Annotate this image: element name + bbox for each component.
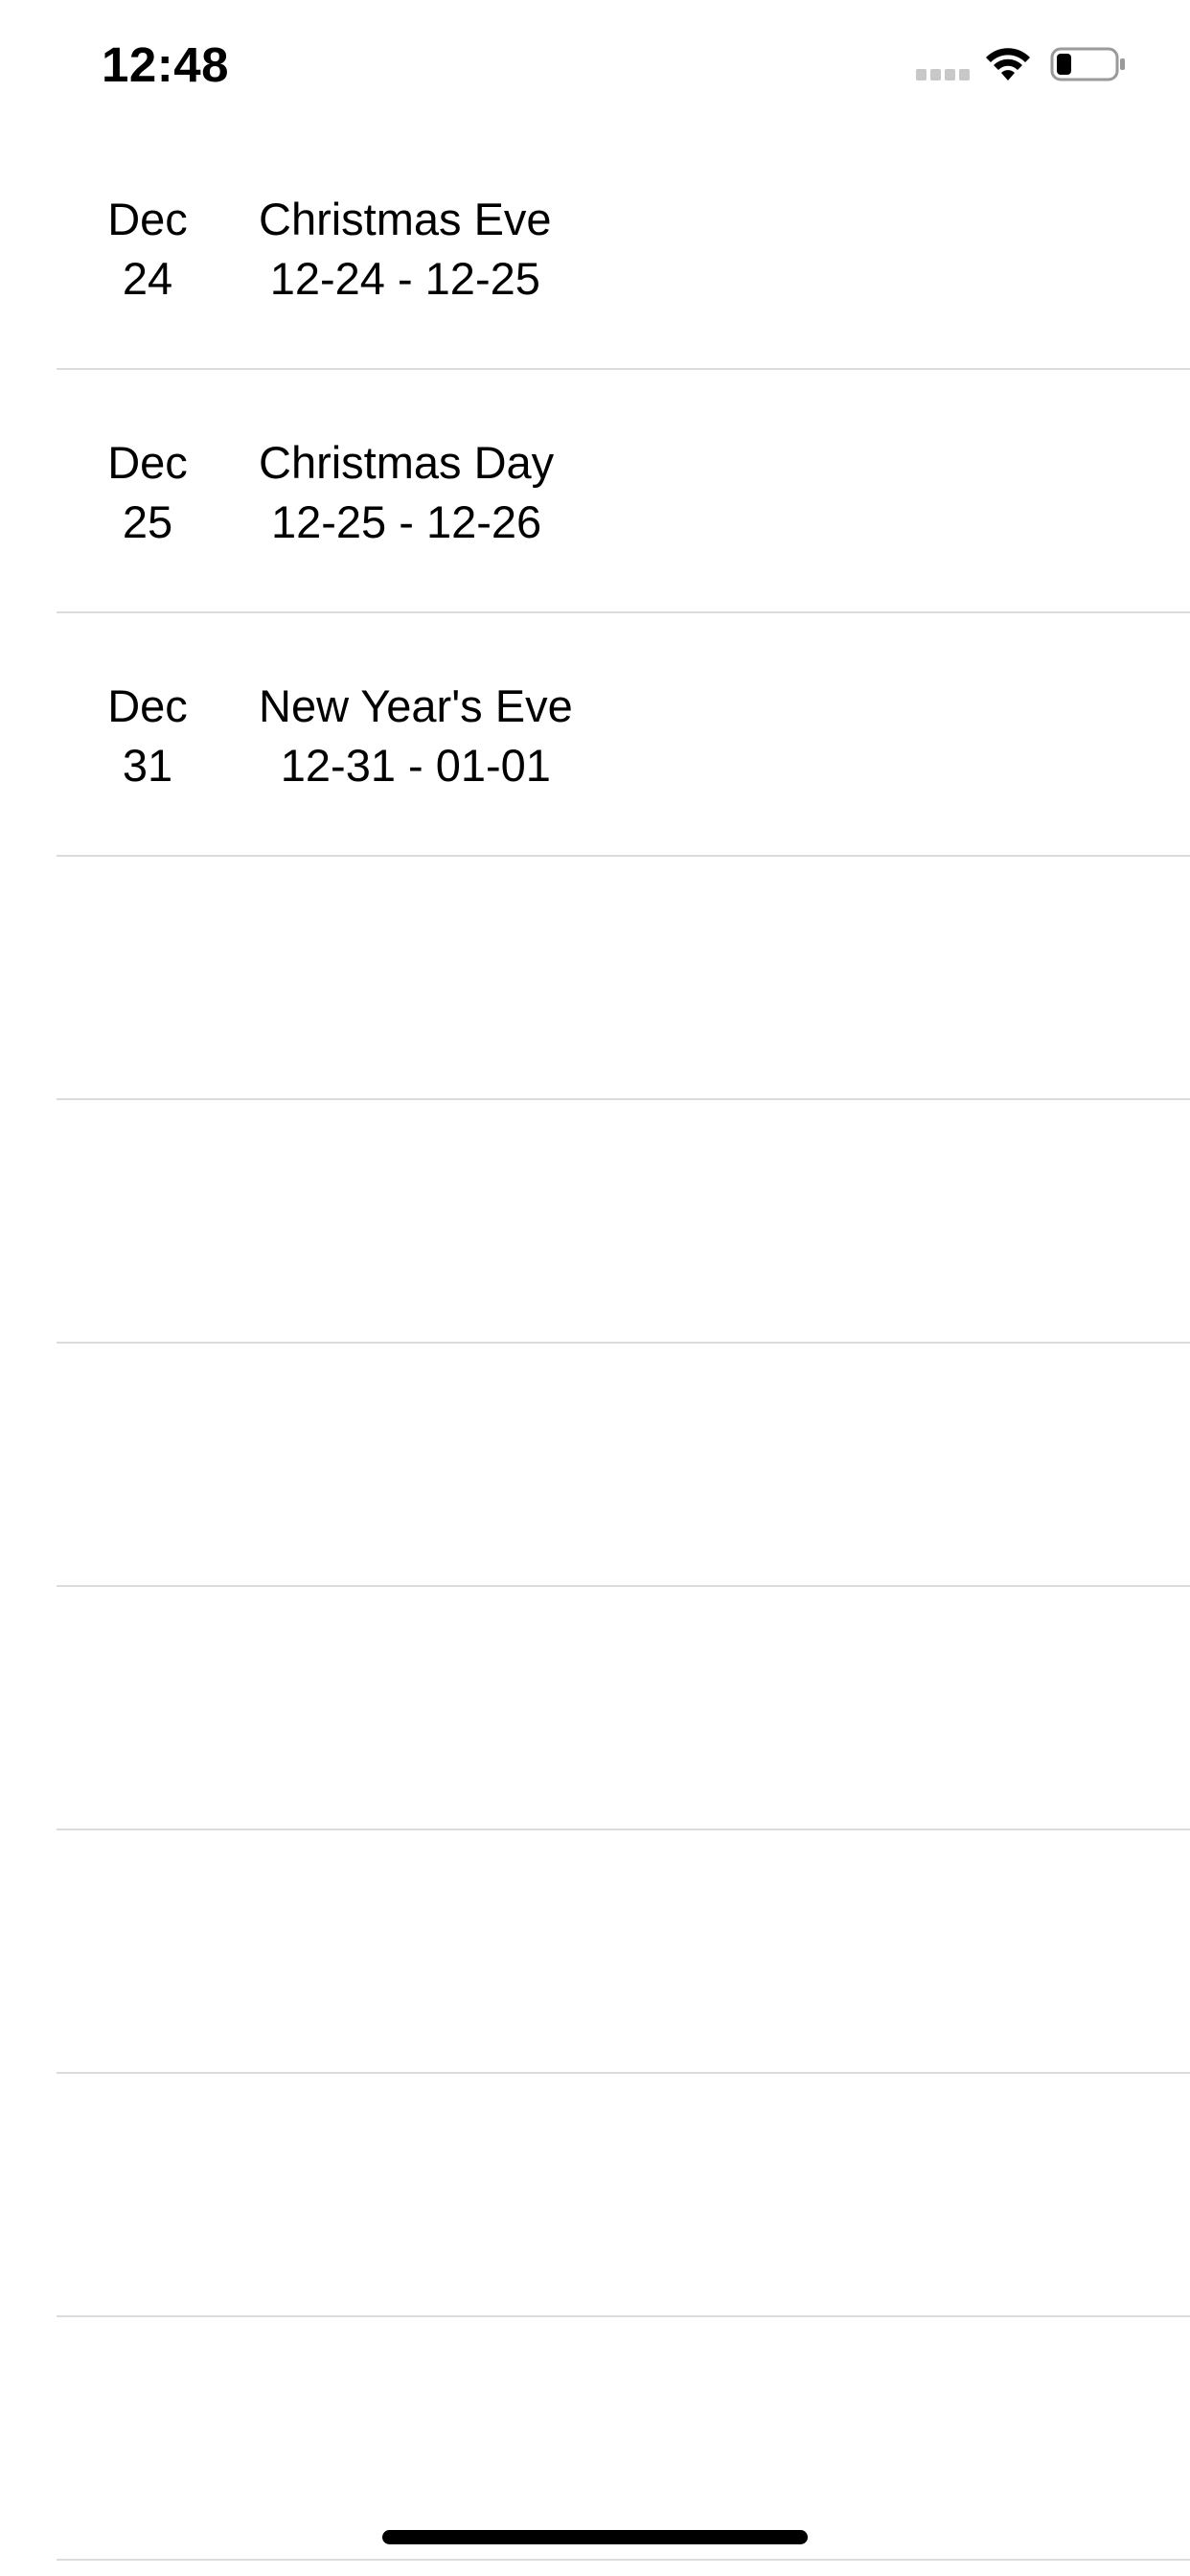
event-day: 24 [122,253,173,304]
event-month: Dec [107,680,188,731]
event-row[interactable]: Dec 25 Christmas Day 12-25 - 12-26 [0,370,1190,613]
row-separator [57,2559,1190,2561]
event-day: 31 [122,740,173,791]
event-date-range: 12-25 - 12-26 [270,496,542,547]
event-date-range: 12-24 - 12-25 [269,253,540,304]
event-date: Dec 25 [80,433,215,552]
event-row[interactable]: Dec 31 New Year's Eve 12-31 - 01-01 [0,613,1190,857]
event-title: New Year's Eve [259,680,573,731]
event-month: Dec [107,437,188,488]
event-info: Christmas Eve 12-24 - 12-25 [259,190,552,309]
event-date: Dec 24 [80,190,215,309]
event-month: Dec [107,194,188,244]
event-title: Christmas Eve [259,194,552,244]
home-indicator[interactable] [382,2530,808,2544]
event-row[interactable]: Dec 24 Christmas Eve 12-24 - 12-25 [0,126,1190,370]
battery-icon [1050,47,1125,81]
status-time: 12:48 [102,37,229,92]
event-list[interactable]: Dec 24 Christmas Eve 12-24 - 12-25 Dec 25 Chri… [0,126,1190,2561]
empty-row [0,2074,1190,2317]
empty-row [0,1100,1190,1344]
cellular-signal-icon [916,69,972,80]
event-info: Christmas Day 12-25 - 12-26 [259,433,554,552]
empty-row [0,2317,1190,2561]
empty-row [0,1587,1190,1830]
empty-row [0,1344,1190,1587]
event-info: New Year's Eve 12-31 - 01-01 [259,677,573,795]
event-date: Dec 31 [80,677,215,795]
event-date-range: 12-31 - 01-01 [280,740,551,791]
status-bar: 12:48 [0,0,1190,126]
empty-row [0,1830,1190,2074]
wifi-icon [986,48,1030,80]
empty-row [0,857,1190,1100]
battery-fill [1057,54,1071,75]
event-title: Christmas Day [259,437,555,488]
event-day: 25 [122,496,173,547]
